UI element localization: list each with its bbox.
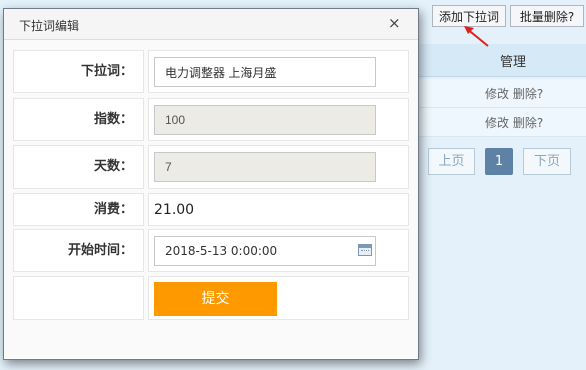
batch-delete-button[interactable]: 批量删除? [510,5,584,27]
table-row: 修改 删除? [405,108,586,137]
dialog-body: 下拉词： 指数： 天数： 消费： 21.00 开始时间： [4,40,418,358]
days-input [154,152,376,182]
start-time-input[interactable]: 2018-5-13 0:00:00 [154,236,376,266]
current-page-button[interactable]: 1 [485,148,513,175]
keyword-label: 下拉词： [13,50,144,93]
fee-label: 消费： [13,193,144,226]
annotation-arrow-icon [464,26,489,47]
row-actions[interactable]: 修改 删除? [485,85,543,102]
form-row-fee: 消费： 21.00 [13,193,409,226]
row-actions[interactable]: 修改 删除? [485,114,543,131]
edit-dialog: 下拉词编辑 × 下拉词： 指数： 天数： 消费： 21.00 [3,8,419,360]
dialog-titlebar[interactable]: 下拉词编辑 × [4,9,418,40]
prev-page-button[interactable]: 上页 [428,148,475,175]
table-header: 管理 [405,44,586,77]
close-icon[interactable]: × [388,14,401,32]
fee-value: 21.00 [154,202,195,218]
next-page-button[interactable]: 下页 [523,148,571,175]
index-input [154,105,376,135]
keyword-input[interactable] [154,57,376,87]
submit-cell: 提交 [148,276,409,320]
days-label: 天数： [13,145,144,189]
form-row-index: 指数： [13,98,409,141]
index-label: 指数： [13,98,144,141]
dialog-title: 下拉词编辑 [19,19,80,33]
submit-label-cell [13,276,144,320]
form-row-start-time: 开始时间： 2018-5-13 0:00:00 [13,229,409,272]
table-row: 修改 删除? [405,79,586,108]
form-row-keyword: 下拉词： [13,50,409,93]
keyword-cell [148,50,409,93]
start-time-value: 2018-5-13 0:00:00 [165,244,278,258]
index-cell [148,98,409,141]
form-row-submit: 提交 [13,276,409,320]
form-row-days: 天数： [13,145,409,189]
calendar-icon[interactable] [358,244,372,256]
submit-button[interactable]: 提交 [154,282,277,316]
start-time-cell: 2018-5-13 0:00:00 [148,229,409,272]
start-time-label: 开始时间： [13,229,144,272]
fee-cell: 21.00 [148,193,409,226]
days-cell [148,145,409,189]
manage-column-header: 管理 [500,55,527,70]
